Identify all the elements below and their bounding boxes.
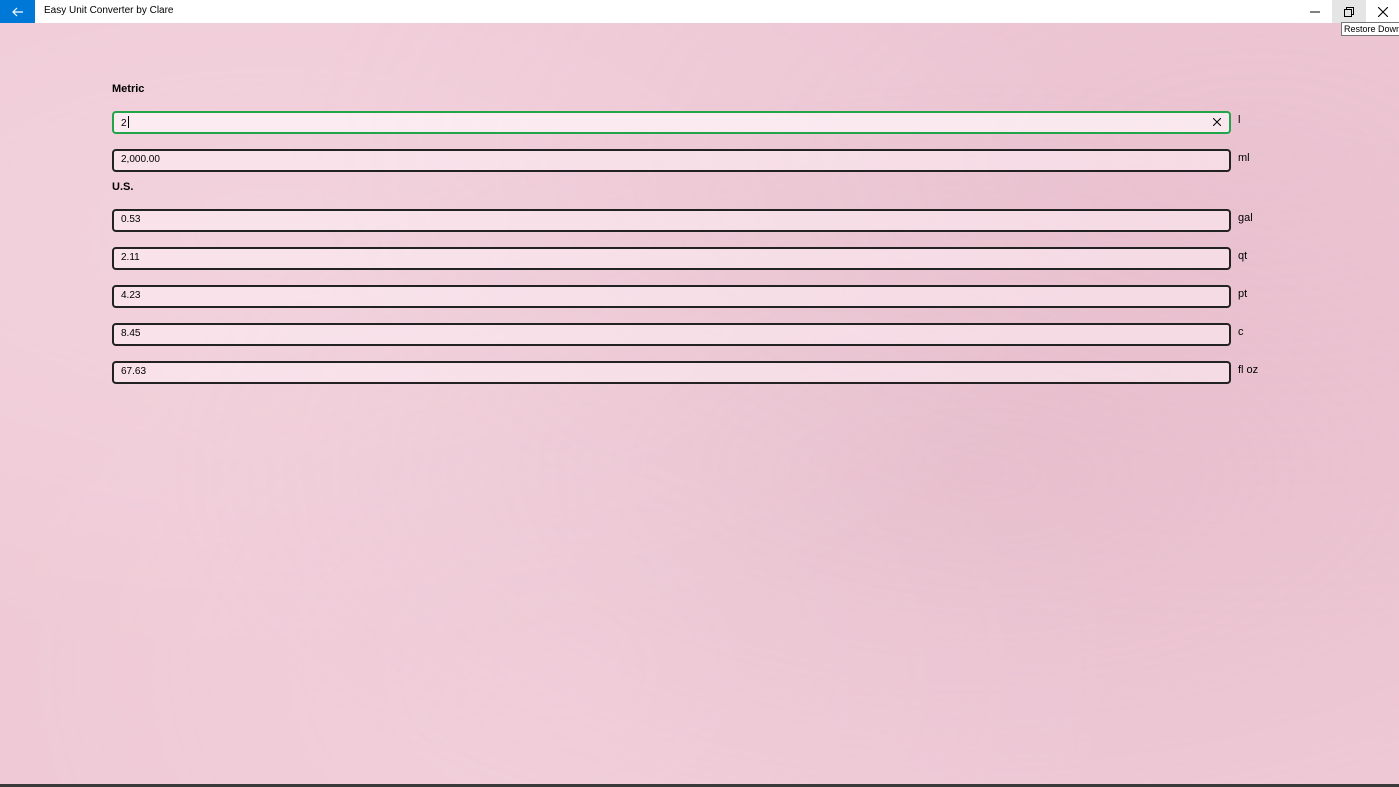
close-icon xyxy=(1378,6,1388,17)
gallons-input[interactable]: 0.53 xyxy=(112,209,1231,232)
gallons-input-value: 0.53 xyxy=(121,214,141,225)
milliliters-input-value: 2,000.00 xyxy=(121,154,160,165)
gallons-unit-label: gal xyxy=(1238,212,1253,224)
pints-unit-label: pt xyxy=(1238,288,1248,300)
text-caret xyxy=(127,116,129,128)
quarts-input-value: 2.11 xyxy=(121,252,140,263)
quarts-input[interactable]: 2.11 xyxy=(112,247,1231,270)
us-section-label: U.S. xyxy=(112,181,134,193)
fluid-ounces-input-value: 67.63 xyxy=(121,366,147,377)
metric-section-label: Metric xyxy=(112,83,145,95)
pints-input[interactable]: 4.23 xyxy=(112,285,1231,308)
clear-icon xyxy=(1213,118,1221,126)
liters-input[interactable]: 2 xyxy=(112,111,1231,134)
liters-input-value: 2 xyxy=(121,118,127,129)
app-title: Easy Unit Converter by Clare xyxy=(44,5,174,16)
cups-input[interactable]: 8.45 xyxy=(112,323,1231,346)
liters-unit-label: l xyxy=(1238,114,1241,126)
quarts-unit-label: qt xyxy=(1238,250,1248,262)
fluid-ounces-unit-label: fl oz xyxy=(1238,364,1259,376)
minimize-button[interactable] xyxy=(1298,0,1332,23)
title-bar: Easy Unit Converter by Clare xyxy=(0,0,1399,23)
restore-down-tooltip: Restore Down xyxy=(1341,22,1399,36)
clear-button[interactable] xyxy=(1210,115,1224,129)
back-button[interactable] xyxy=(0,0,35,23)
milliliters-input[interactable]: 2,000.00 xyxy=(112,149,1231,172)
restore-down-button[interactable] xyxy=(1332,0,1366,23)
cups-unit-label: c xyxy=(1238,326,1244,338)
close-button[interactable] xyxy=(1366,0,1399,23)
restore-icon xyxy=(1344,6,1354,17)
pints-input-value: 4.23 xyxy=(121,290,141,301)
cups-input-value: 8.45 xyxy=(121,328,141,339)
minimize-icon xyxy=(1310,11,1320,12)
fluid-ounces-input[interactable]: 67.63 xyxy=(112,361,1231,384)
milliliters-unit-label: ml xyxy=(1238,152,1250,164)
back-arrow-icon xyxy=(11,7,23,16)
